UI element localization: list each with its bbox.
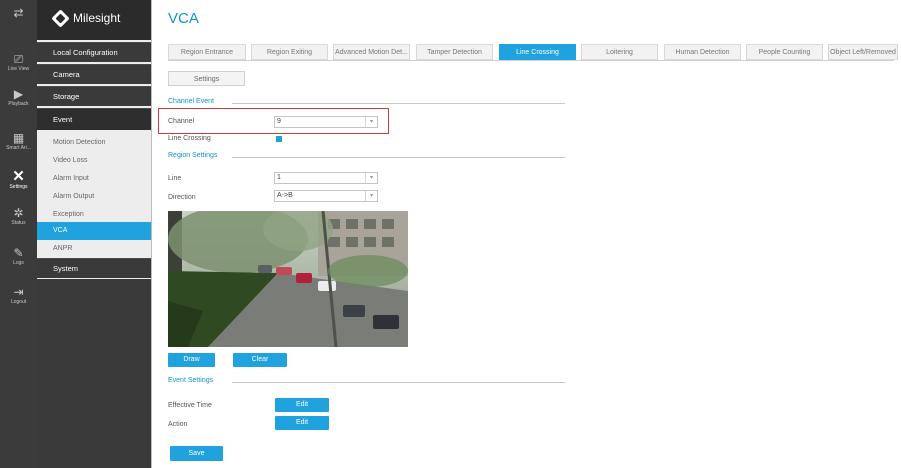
tab-human-detection[interactable]: Human Detection [664, 44, 741, 60]
direction-value: A->B [277, 192, 293, 199]
direction-label: Direction [168, 194, 196, 201]
channel-select[interactable]: 9 ▾ [274, 116, 378, 128]
status-icon: ✲ [13, 206, 24, 220]
section-divider [232, 382, 565, 383]
line-value: 1 [277, 174, 281, 181]
menu-system[interactable]: System [37, 258, 151, 278]
settings-menu: Milesight Local Configuration Camera Sto… [37, 0, 152, 468]
brand-name: Milesight [73, 11, 121, 25]
tab-line-crossing[interactable]: Line Crossing [499, 44, 576, 60]
effective-time-label: Effective Time [168, 402, 212, 409]
rail-status[interactable]: ✲ Status [0, 206, 37, 236]
brand-logo: Milesight [37, 0, 151, 40]
menu-event[interactable]: Event [37, 108, 151, 130]
camera-video-preview[interactable] [168, 211, 408, 347]
menu-camera[interactable]: Camera [37, 64, 151, 84]
settings-icon: ✕ [12, 168, 25, 185]
channel-event-section: Channel Event [168, 98, 565, 108]
menu-local-configuration[interactable]: Local Configuration [37, 42, 151, 62]
page-title: VCA [168, 10, 199, 27]
channel-event-title: Channel Event [168, 98, 214, 105]
chevron-down-icon: ▾ [365, 117, 377, 127]
rail-logs[interactable]: ✎ Logs [0, 246, 37, 276]
tab-tamper-detection[interactable]: Tamper Detection [416, 44, 493, 60]
rail-playback[interactable]: ▶ Playback [0, 87, 37, 117]
menu-anpr[interactable]: ANPR [37, 240, 151, 258]
menu-alarm-output[interactable]: Alarm Output [37, 188, 151, 206]
action-label: Action [168, 421, 188, 428]
camera-snapshot-image [168, 211, 408, 347]
tab-loitering[interactable]: Loitering [581, 44, 658, 60]
tab-advanced-motion-detection[interactable]: Advanced Motion Det... [333, 44, 410, 60]
menu-vca[interactable]: VCA [37, 222, 151, 240]
main-panel: VCA Region Entrance Region Exiting Advan… [152, 0, 901, 468]
tab-object-left-removed[interactable]: Object Left/Removed [828, 44, 898, 60]
smart-analysis-icon: ▦ [12, 131, 25, 145]
event-settings-title: Event Settings [168, 377, 214, 384]
menu-storage[interactable]: Storage [37, 86, 151, 106]
tab-region-entrance[interactable]: Region Entrance [168, 44, 246, 60]
tab-divider [168, 60, 894, 61]
event-settings-section: Event Settings [168, 377, 565, 387]
menu-video-loss[interactable]: Video Loss [37, 152, 151, 170]
save-button[interactable]: Save [170, 446, 223, 461]
rail-logout[interactable]: ⇥ Logout [0, 285, 37, 315]
settings-subtab[interactable]: Settings [168, 71, 245, 86]
line-label: Line [168, 175, 182, 182]
menu-toggle-icon[interactable]: ⇄ [0, 2, 37, 24]
direction-select[interactable]: A->B ▾ [274, 190, 378, 202]
chevron-down-icon: ▾ [365, 191, 377, 201]
line-crossing-checkbox[interactable] [276, 136, 282, 142]
chevron-down-icon: ▾ [365, 173, 377, 183]
logs-icon: ✎ [13, 246, 24, 260]
icon-rail: ⇄ ⎚ Live View ▶ Playback ▦ Smart Ari... … [0, 0, 37, 468]
playback-icon: ▶ [13, 87, 24, 101]
live-view-icon: ⎚ [13, 52, 24, 66]
rail-settings[interactable]: ✕ Settings [0, 168, 37, 200]
line-crossing-label: Line Crossing [168, 135, 211, 142]
rail-live-view[interactable]: ⎚ Live View [0, 52, 37, 82]
draw-button[interactable]: Draw [168, 353, 215, 367]
tab-region-exiting[interactable]: Region Exiting [251, 44, 328, 60]
menu-alarm-input[interactable]: Alarm Input [37, 170, 151, 188]
section-divider [232, 103, 565, 104]
channel-value: 9 [277, 118, 281, 125]
line-select[interactable]: 1 ▾ [274, 172, 378, 184]
channel-label: Channel [168, 118, 195, 125]
region-settings-section: Region Settings [168, 152, 565, 162]
tab-people-counting[interactable]: People Counting [746, 44, 823, 60]
logout-icon: ⇥ [13, 285, 24, 299]
rail-smart-analysis[interactable]: ▦ Smart Ari... [0, 131, 37, 161]
clear-button[interactable]: Clear [233, 353, 287, 367]
section-divider [232, 157, 565, 158]
menu-filler [37, 279, 151, 468]
milesight-logo-icon [51, 9, 70, 28]
effective-time-edit-button[interactable]: Edit [275, 398, 329, 412]
action-edit-button[interactable]: Edit [275, 416, 329, 430]
menu-motion-detection[interactable]: Motion Detection [37, 134, 151, 152]
region-settings-title: Region Settings [168, 152, 218, 159]
